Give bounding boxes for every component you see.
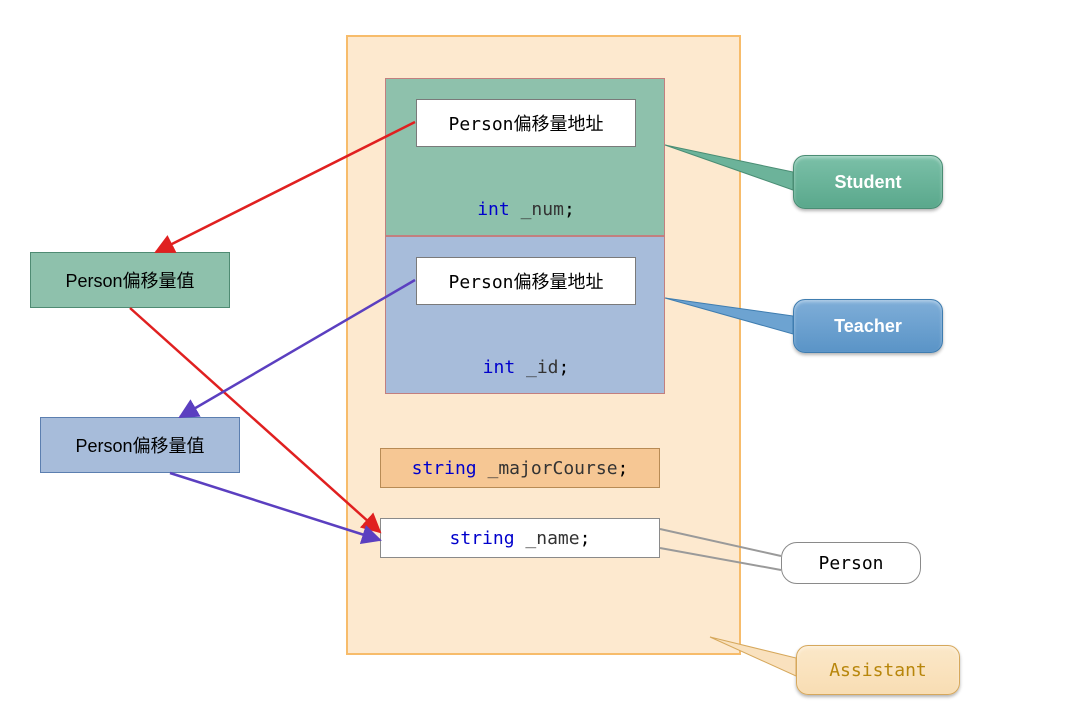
name-semicolon: ;	[580, 528, 591, 549]
callout-person: Person	[781, 542, 921, 584]
teacher-field-semicolon: ;	[559, 357, 570, 378]
teacher-field-type: int	[483, 357, 516, 378]
callout-person-text: Person	[818, 553, 883, 574]
offset-value-green: Person偏移量值	[30, 252, 230, 308]
callout-assistant: Assistant	[796, 645, 960, 695]
offset-value-blue: Person偏移量值	[40, 417, 240, 473]
student-block: Person偏移量地址 int _num ;	[385, 78, 665, 236]
name-name: _name	[525, 528, 579, 549]
teacher-offset-addr-box: Person偏移量地址	[416, 257, 636, 305]
name-type: string	[450, 528, 515, 549]
offset-value-blue-text: Person偏移量值	[75, 432, 204, 458]
name-field: string _name ;	[380, 518, 660, 558]
student-field-name: _num	[521, 199, 564, 220]
student-field-semicolon: ;	[564, 199, 575, 220]
offset-value-green-text: Person偏移量值	[65, 267, 194, 293]
teacher-field-name: _id	[526, 357, 559, 378]
teacher-field-line: int _id ;	[386, 352, 666, 382]
student-offset-addr-text: Person偏移量地址	[448, 110, 603, 136]
callout-assistant-text: Assistant	[829, 660, 927, 681]
student-field-line: int _num ;	[386, 194, 666, 224]
callout-teacher-text: Teacher	[834, 316, 902, 337]
major-course-field: string _majorCourse ;	[380, 448, 660, 488]
student-field-type: int	[477, 199, 510, 220]
student-offset-addr-box: Person偏移量地址	[416, 99, 636, 147]
callout-student: Student	[793, 155, 943, 209]
teacher-block: Person偏移量地址 int _id ;	[385, 236, 665, 394]
major-semicolon: ;	[618, 458, 629, 479]
callout-student-text: Student	[835, 172, 902, 193]
major-type: string	[412, 458, 477, 479]
teacher-offset-addr-text: Person偏移量地址	[448, 268, 603, 294]
callout-teacher: Teacher	[793, 299, 943, 353]
major-name: _majorCourse	[487, 458, 617, 479]
